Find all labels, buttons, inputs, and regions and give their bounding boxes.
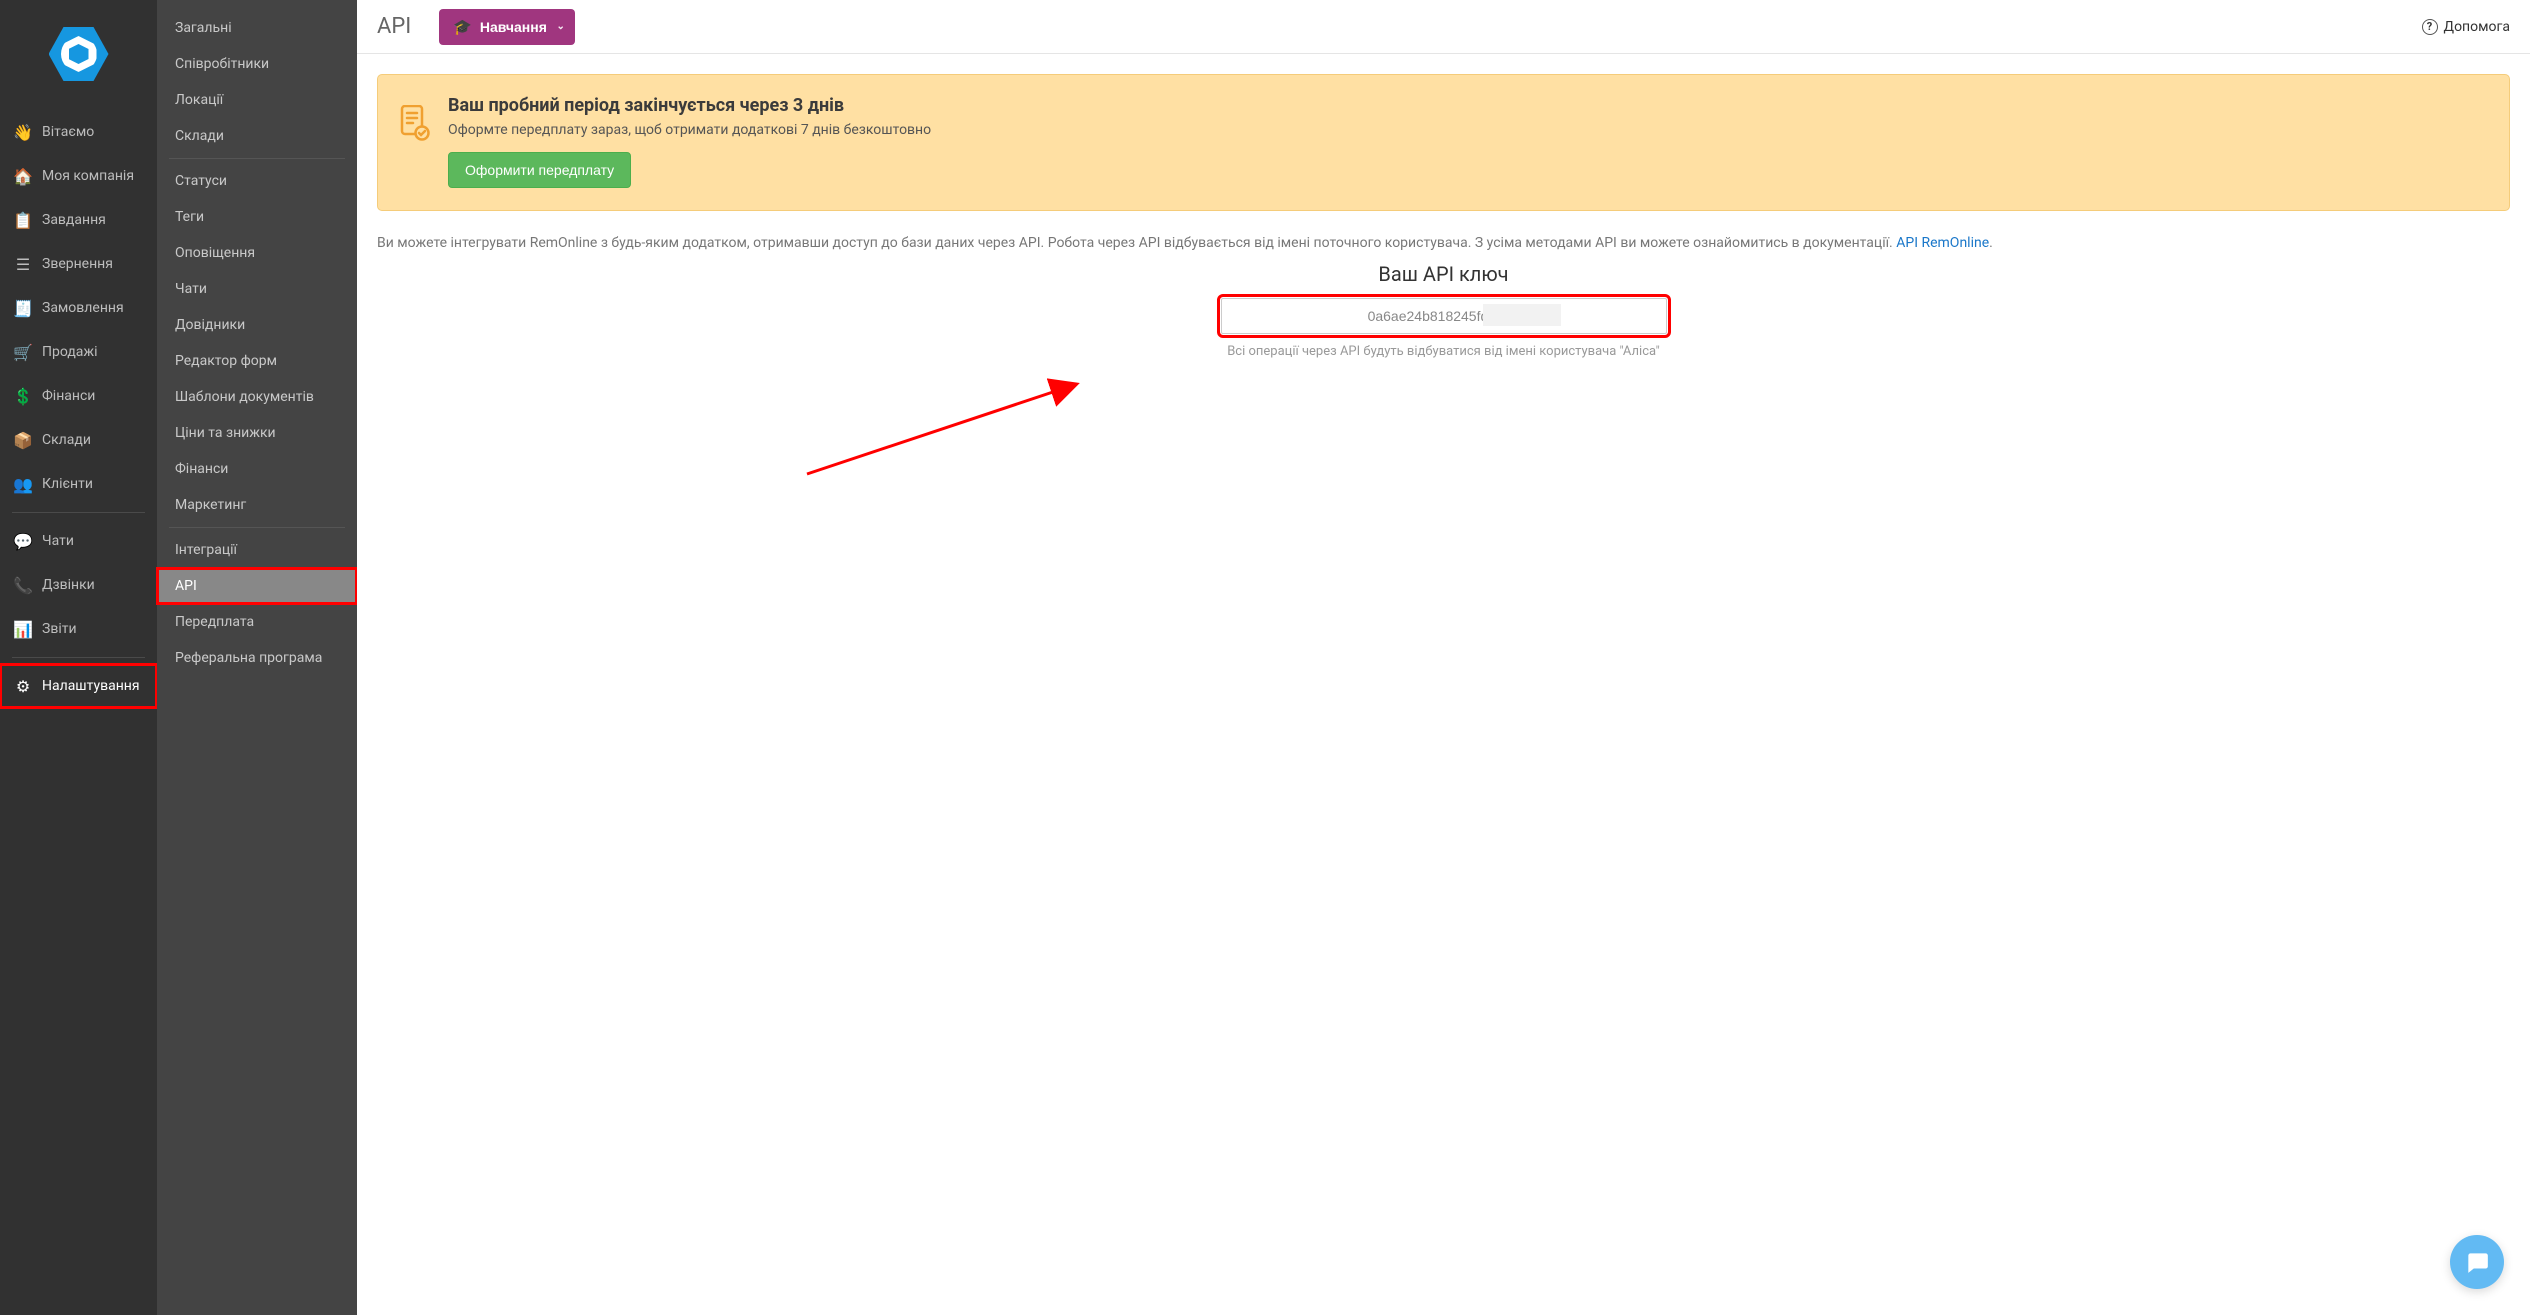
settings-item[interactable]: Маркетинг [157, 487, 357, 523]
sidebar-item-my-company[interactable]: 🏠 Моя компанія [0, 154, 157, 198]
app-logo [49, 24, 109, 84]
settings-item[interactable]: Співробітники [157, 46, 357, 82]
api-key-heading: Ваш API ключ [377, 262, 2510, 286]
settings-item[interactable]: Загальні [157, 10, 357, 46]
clients-icon: 👥 [14, 475, 32, 493]
sidebar-item-label: Завдання [42, 212, 106, 228]
topbar: API 🎓 Навчання ⌄ ? Допомога [357, 0, 2530, 54]
settings-item[interactable]: Ціни та знижки [157, 415, 357, 451]
sidebar-item-reports[interactable]: 📊 Звіти [0, 607, 157, 651]
sidebar-item-label: Склади [42, 432, 91, 448]
content: Ваш пробний період закінчується через 3 … [357, 54, 2530, 1315]
sidebar-item-sales[interactable]: 🛒 Продажі [0, 330, 157, 374]
settings-icon: ⚙ [14, 677, 32, 695]
help-label: Допомога [2444, 19, 2510, 35]
settings-item[interactable]: Довідники [157, 307, 357, 343]
settings-item[interactable]: Шаблони документів [157, 379, 357, 415]
chat-fab[interactable] [2450, 1235, 2504, 1289]
chat-icon [2464, 1249, 2490, 1275]
tasks-icon: 📋 [14, 211, 32, 229]
sidebar-item-finance[interactable]: 💲 Фінанси [0, 374, 157, 418]
sidebar-item-label: Дзвінки [42, 577, 95, 593]
settings-sidebar: ЗагальніСпівробітникиЛокаціїСклади Статус… [157, 0, 357, 1315]
sidebar-item-label: Клієнти [42, 476, 93, 492]
sidebar-item-label: Вітаємо [42, 124, 94, 140]
settings-item[interactable]: Локації [157, 82, 357, 118]
api-key-block: Ваш API ключ Всі операції через API буду… [377, 262, 2510, 359]
settings-item[interactable]: Інтеграції [157, 532, 357, 568]
reports-icon: 📊 [14, 620, 32, 638]
settings-item[interactable]: Фінанси [157, 451, 357, 487]
settings-item[interactable]: API [157, 568, 357, 604]
banner-text: Оформте передплату зараз, щоб отримати д… [448, 122, 2485, 138]
my-company-icon: 🏠 [14, 167, 32, 185]
api-key-note: Всі операції через API будуть відбуватис… [377, 344, 2510, 359]
warehouses-icon: 📦 [14, 431, 32, 449]
orders-icon: 🧾 [14, 299, 32, 317]
help-icon: ? [2422, 19, 2438, 35]
sidebar-item-settings[interactable]: ⚙ Налаштування [0, 664, 157, 708]
api-docs-link[interactable]: API RemOnline [1896, 235, 1989, 251]
settings-item[interactable]: Склади [157, 118, 357, 154]
settings-item[interactable]: Статуси [157, 163, 357, 199]
intro-text: Ви можете інтегрувати RemOnline з будь-я… [377, 233, 2510, 254]
sidebar-item-clients[interactable]: 👥 Клієнти [0, 462, 157, 506]
sidebar-item-warehouses[interactable]: 📦 Склади [0, 418, 157, 462]
sidebar-item-tasks[interactable]: 📋 Завдання [0, 198, 157, 242]
sidebar-item-label: Моя компанія [42, 168, 134, 184]
sidebar-item-label: Звернення [42, 256, 113, 272]
sidebar-item-leads[interactable]: ☰ Звернення [0, 242, 157, 286]
chevron-down-icon: ⌄ [556, 21, 564, 32]
learn-label: Навчання [480, 19, 547, 35]
graduation-cap-icon: 🎓 [453, 18, 472, 36]
learn-button[interactable]: 🎓 Навчання ⌄ [439, 9, 575, 45]
sidebar-item-label: Чати [42, 533, 74, 549]
finance-icon: 💲 [14, 387, 32, 405]
subscribe-button[interactable]: Оформити передплату [448, 152, 631, 188]
sidebar-item-label: Фінанси [42, 388, 95, 404]
trial-banner: Ваш пробний період закінчується через 3 … [377, 74, 2510, 211]
leads-icon: ☰ [14, 255, 32, 273]
help-link[interactable]: ? Допомога [2422, 19, 2510, 35]
sidebar-item-label: Продажі [42, 344, 98, 360]
api-key-input[interactable] [1221, 298, 1667, 334]
settings-item[interactable]: Реферальна програма [157, 640, 357, 676]
settings-item[interactable]: Оповіщення [157, 235, 357, 271]
sidebar-item-welcome[interactable]: 👋 Вітаємо [0, 110, 157, 154]
sidebar-item-calls[interactable]: 📞 Дзвінки [0, 563, 157, 607]
main-area: API 🎓 Навчання ⌄ ? Допомога Ваш пробний … [357, 0, 2530, 1315]
sidebar-item-label: Налаштування [42, 678, 140, 694]
sidebar-item-label: Замовлення [42, 300, 124, 316]
welcome-icon: 👋 [14, 123, 32, 141]
sidebar-item-orders[interactable]: 🧾 Замовлення [0, 286, 157, 330]
sidebar-item-label: Звіти [42, 621, 77, 637]
settings-item[interactable]: Редактор форм [157, 343, 357, 379]
chats-icon: 💬 [14, 532, 32, 550]
calls-icon: 📞 [14, 576, 32, 594]
sales-icon: 🛒 [14, 343, 32, 361]
settings-item[interactable]: Чати [157, 271, 357, 307]
banner-title: Ваш пробний період закінчується через 3 … [448, 95, 2485, 116]
primary-sidebar: 👋 Вітаємо 🏠 Моя компанія 📋 Завдання ☰ Звернення… [0, 0, 157, 1315]
page-title: API [377, 14, 411, 39]
settings-item[interactable]: Теги [157, 199, 357, 235]
document-icon [400, 105, 430, 141]
sidebar-item-chats[interactable]: 💬 Чати [0, 519, 157, 563]
settings-item[interactable]: Передплата [157, 604, 357, 640]
